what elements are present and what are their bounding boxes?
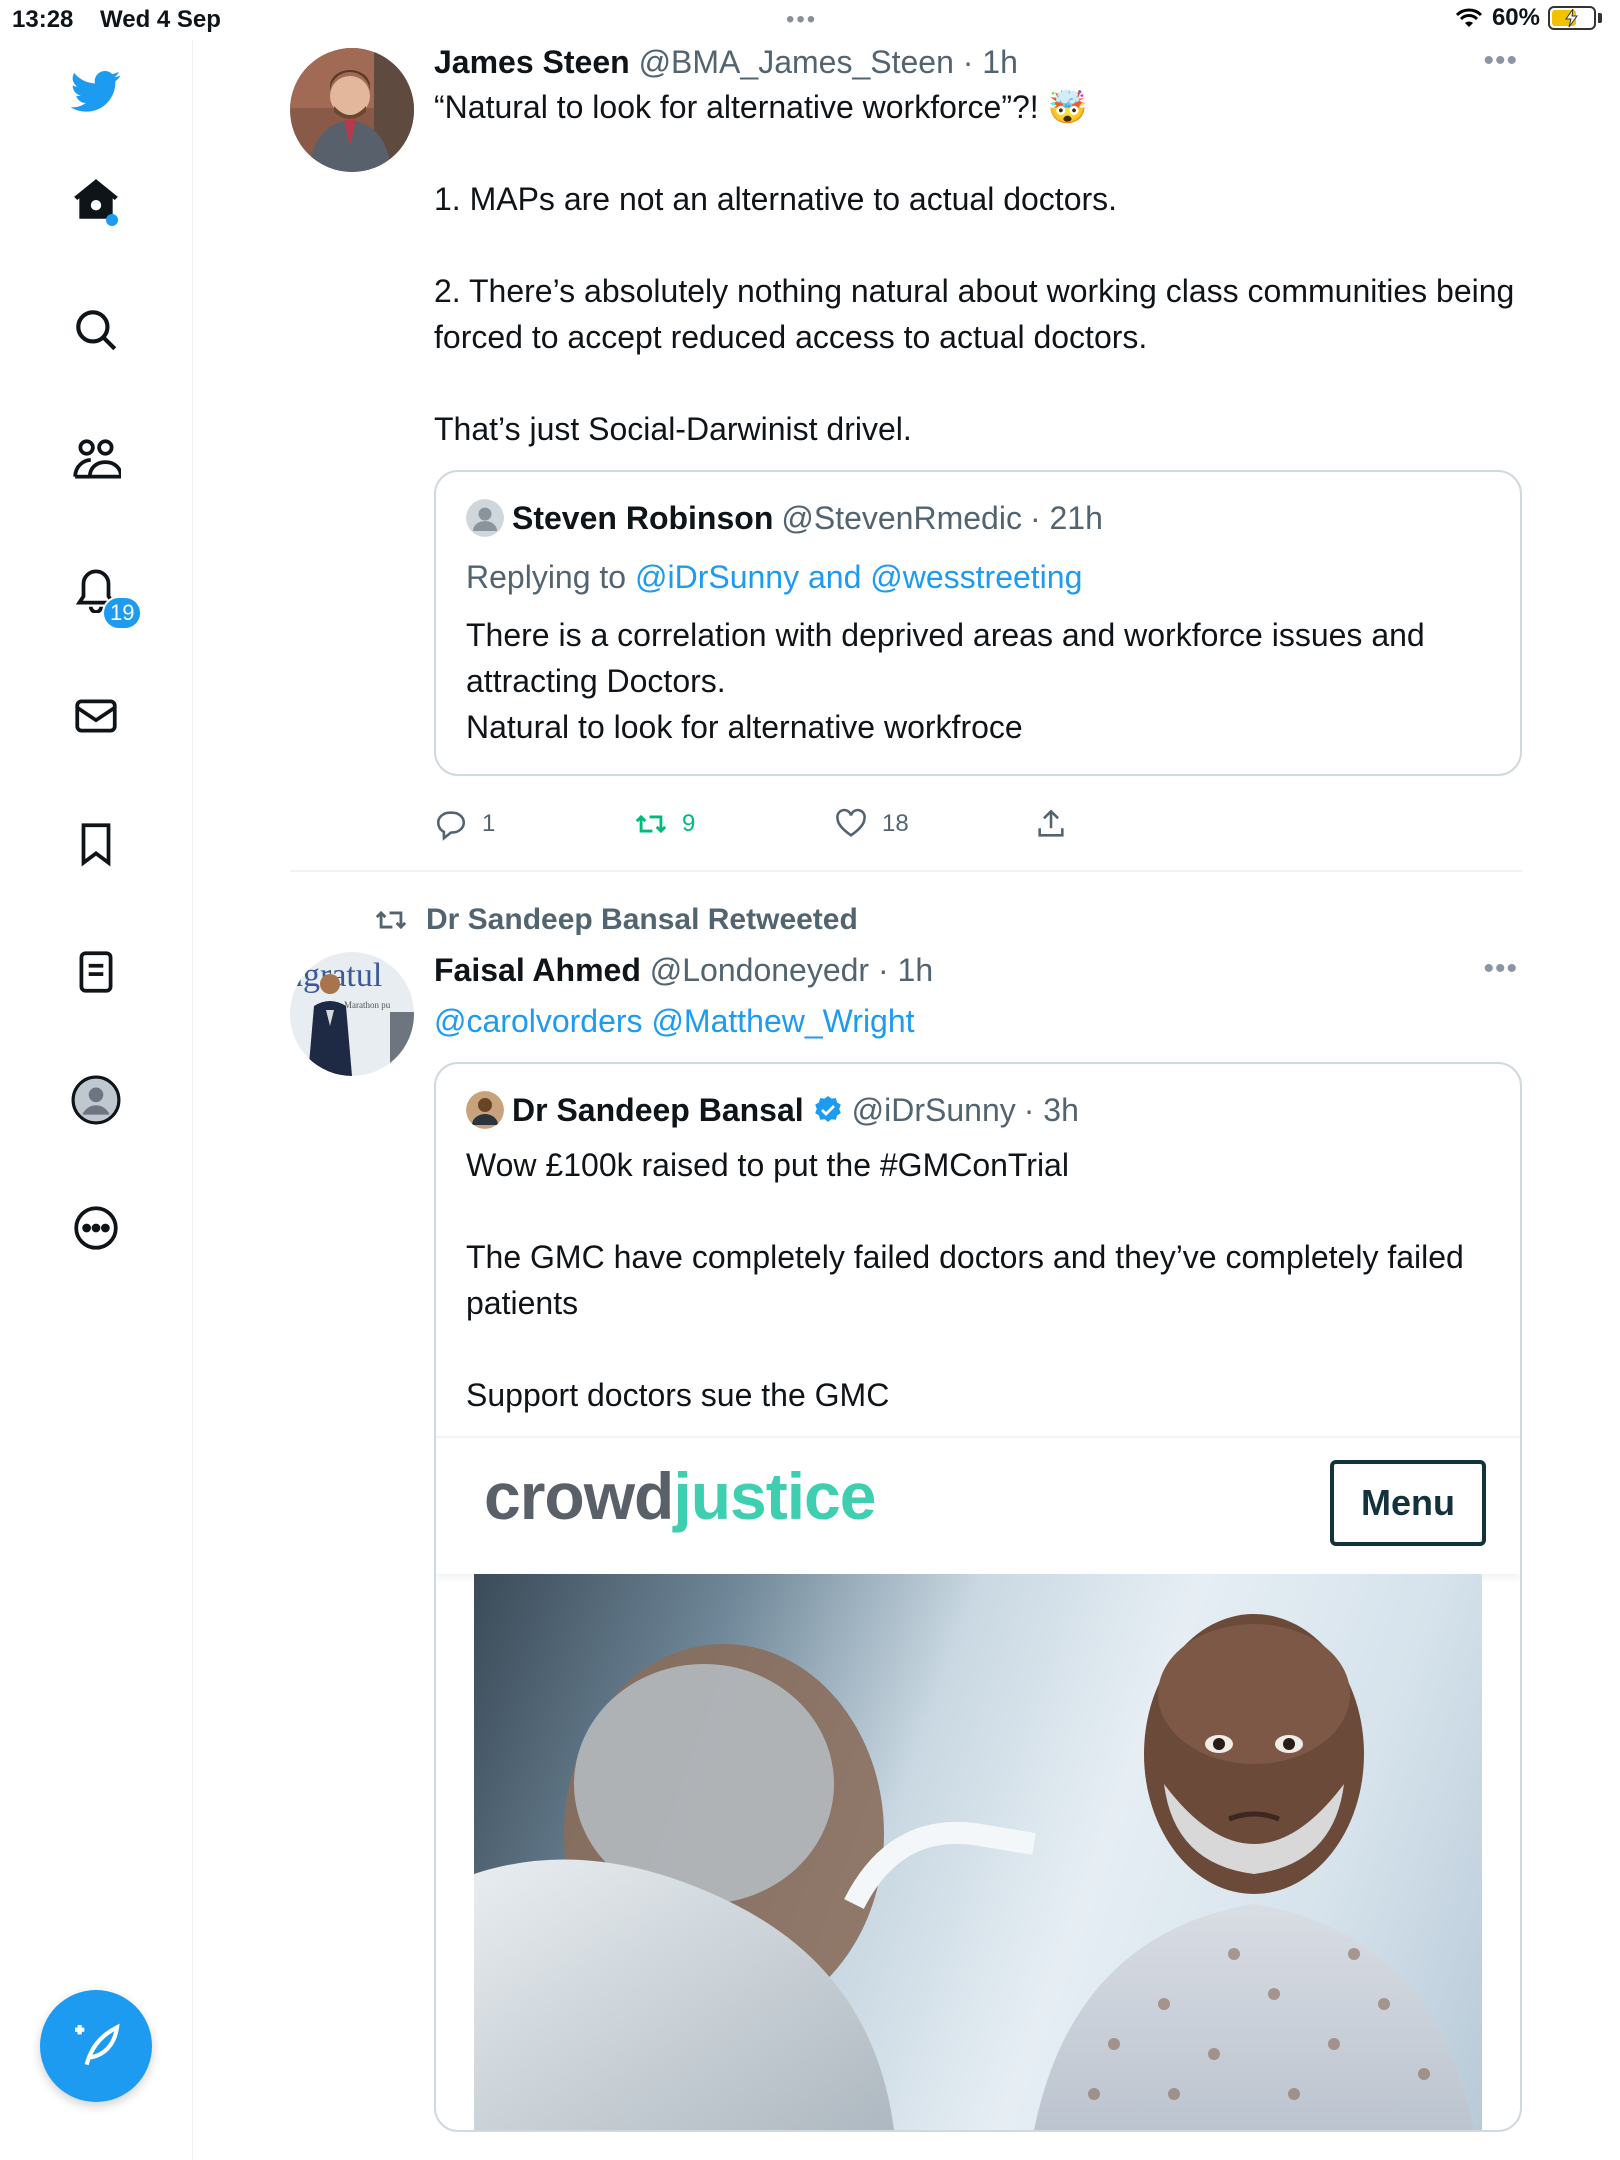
heart-icon — [836, 808, 866, 837]
retweet-icon — [375, 910, 407, 930]
quoted-avatar — [466, 499, 504, 537]
retweeted-by[interactable]: Dr Sandeep Bansal Retweeted — [374, 892, 1522, 948]
battery-icon — [1548, 6, 1596, 30]
tweet[interactable]: Dr Sandeep Bansal Retweeted ngratul Mara… — [290, 872, 1522, 2132]
notifications-badge: 19 — [102, 596, 143, 630]
verified-badge-icon — [814, 1096, 841, 1122]
tweet-actions: 1 9 18 — [434, 784, 1522, 864]
bookmarks-icon[interactable] — [56, 804, 136, 884]
retweet-count: 9 — [682, 810, 696, 837]
tweet[interactable]: James Steen @BMA_James_Steen · 1h ••• “N… — [290, 40, 1522, 864]
communities-icon[interactable] — [56, 420, 136, 500]
messages-icon[interactable] — [56, 676, 136, 756]
reply-count: 1 — [482, 810, 496, 837]
reply-icon — [436, 811, 465, 841]
quoted-tweet-time: · 21h — [1029, 500, 1103, 536]
retweet-icon — [635, 814, 667, 834]
quoted-author-name: Dr Sandeep Bansal — [512, 1092, 804, 1128]
card-menu-button[interactable]: Menu — [1330, 1460, 1486, 1546]
lists-icon[interactable] — [56, 932, 136, 1012]
more-icon[interactable] — [56, 1188, 136, 1268]
timeline: James Steen @BMA_James_Steen · 1h ••• “N… — [290, 40, 1522, 2132]
quoted-author-handle: @iDrSunny — [851, 1092, 1016, 1128]
more-options-icon[interactable]: ••• — [1483, 44, 1518, 78]
avatar[interactable] — [290, 48, 414, 172]
reply-button[interactable]: 1 — [434, 807, 634, 841]
multitasking-dots-icon[interactable]: ••• — [786, 6, 817, 34]
share-button[interactable] — [1034, 807, 1234, 841]
battery-cap — [1598, 13, 1602, 23]
replying-to: Replying to @iDrSunny and @wesstreeting — [466, 554, 1490, 600]
quoted-author-name: Steven Robinson — [512, 500, 774, 536]
replying-to-handles[interactable]: @iDrSunny and @wesstreeting — [635, 559, 1082, 595]
profile-icon[interactable] — [56, 1060, 136, 1140]
status-date: Wed 4 Sep — [100, 6, 221, 33]
replying-prefix: Replying to — [466, 559, 635, 595]
tweet-time[interactable]: · 1h — [963, 44, 1018, 80]
tweet-time[interactable]: · 1h — [878, 952, 933, 988]
status-right: 60% — [1454, 4, 1602, 32]
search-icon[interactable] — [56, 290, 136, 370]
quoted-tweet[interactable]: Steven Robinson @StevenRmedic · 21h Repl… — [434, 470, 1522, 776]
like-count: 18 — [882, 810, 909, 837]
home-icon[interactable] — [56, 160, 136, 240]
author-name[interactable]: James Steen — [434, 44, 630, 80]
quoted-avatar — [466, 1091, 504, 1129]
logo-crowd: crowd — [484, 1459, 674, 1533]
logo-justice: justice — [673, 1459, 876, 1533]
link-card-image[interactable] — [474, 1574, 1482, 2130]
more-options-icon[interactable]: ••• — [1483, 952, 1518, 986]
compose-icon — [75, 2023, 120, 2066]
quoted-author-handle: @StevenRmedic — [781, 500, 1022, 536]
sidebar: 19 — [0, 40, 193, 2160]
status-bar: 13:28 Wed 4 Sep ••• 60% — [0, 0, 1620, 40]
quoted-tweet-time: · 3h — [1023, 1092, 1079, 1128]
doctor-patient-photo — [474, 1614, 1474, 2130]
battery-percent: 60% — [1491, 4, 1540, 31]
like-button[interactable]: 18 — [834, 807, 1034, 841]
share-icon — [1038, 809, 1064, 837]
tweet-text: “Natural to look for alternative workfor… — [434, 89, 1515, 447]
quoted-tweet-text: Wow £100k raised to put the #GMConTrial … — [466, 1147, 1464, 1413]
quoted-tweet-text: There is a correlation with deprived are… — [466, 617, 1425, 745]
avatar[interactable]: ngratul Marathon pu — [290, 952, 414, 1076]
link-card-header[interactable]: crowdjustice Menu — [436, 1436, 1520, 1574]
tweet-mentions[interactable]: @carolvorders @Matthew_Wright — [434, 998, 1522, 1044]
twitter-logo-icon[interactable] — [56, 50, 136, 130]
svg-text:Marathon pu: Marathon pu — [344, 1000, 391, 1010]
retweet-button[interactable]: 9 — [634, 807, 834, 841]
home-unread-dot — [106, 214, 118, 226]
retweeted-by-label: Dr Sandeep Bansal Retweeted — [426, 903, 858, 936]
crowdjustice-logo[interactable]: crowdjustice — [484, 1458, 876, 1534]
quoted-tweet[interactable]: Dr Sandeep Bansal @iDrSunny · 3h Wow £10… — [434, 1062, 1522, 2132]
author-handle[interactable]: @BMA_James_Steen — [639, 44, 954, 80]
author-name[interactable]: Faisal Ahmed — [434, 952, 641, 988]
status-time: 13:28 — [12, 6, 74, 33]
author-handle[interactable]: @Londoneyedr — [650, 952, 869, 988]
wifi-icon — [1455, 8, 1483, 27]
compose-button[interactable] — [40, 1990, 152, 2102]
